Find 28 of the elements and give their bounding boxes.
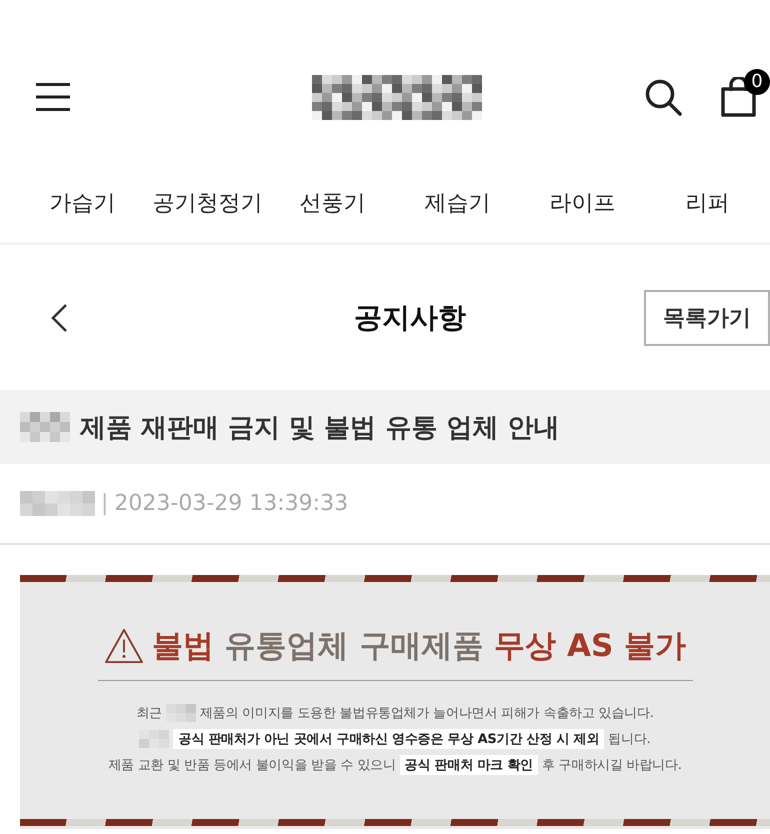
notice-text: 제품 교환 및 반품 등에서 불이익을 받을 수 있으니 bbox=[108, 757, 396, 774]
page-title: 공지사항 bbox=[354, 300, 466, 336]
pixelated-block bbox=[20, 412, 70, 442]
menu-icon[interactable] bbox=[36, 83, 70, 111]
notice-text: 됩니다. bbox=[608, 731, 651, 748]
pixelated-block bbox=[166, 704, 196, 722]
pixelated-logo[interactable] bbox=[312, 74, 482, 120]
category-link[interactable]: 선풍기 bbox=[300, 188, 366, 218]
cart-count: 0 bbox=[744, 69, 770, 95]
notice-text: 제품의 이미지를 도용한 불법유통업체가 늘어나면서 피해가 속출하고 있습니다. bbox=[200, 705, 654, 722]
warning-heading: 불법 유통업체 구매제품 무상 AS 불가 bbox=[152, 627, 686, 666]
list-button[interactable]: 목록가기 bbox=[644, 290, 770, 346]
category-link[interactable]: 공기청정기 bbox=[152, 188, 262, 218]
back-icon[interactable] bbox=[50, 303, 68, 333]
search-icon[interactable] bbox=[645, 78, 682, 116]
category-link[interactable]: 제습기 bbox=[424, 188, 490, 218]
pixelated-block bbox=[139, 730, 170, 748]
highlighted-text: 공식 판매처 마크 확인 bbox=[400, 755, 538, 775]
warning-icon bbox=[104, 628, 144, 664]
highlighted-text: 공식 판매처가 아닌 곳에서 구매하신 영수증은 무상 AS기간 산정 시 제외 bbox=[173, 729, 604, 749]
notice-text: 최근 bbox=[136, 705, 162, 722]
separator: | bbox=[101, 491, 108, 516]
post-date: 2023-03-29 13:39:33 bbox=[114, 491, 348, 516]
notice-text: 후 구매하시길 바랍니다. bbox=[542, 757, 682, 774]
notice-title: 제품 재판매 금지 및 불법 유통 업체 안내 bbox=[80, 412, 560, 444]
category-link[interactable]: 라이프 bbox=[550, 188, 616, 218]
category-link[interactable]: 리퍼 bbox=[686, 188, 730, 218]
category-link[interactable]: 가습기 bbox=[50, 188, 116, 218]
